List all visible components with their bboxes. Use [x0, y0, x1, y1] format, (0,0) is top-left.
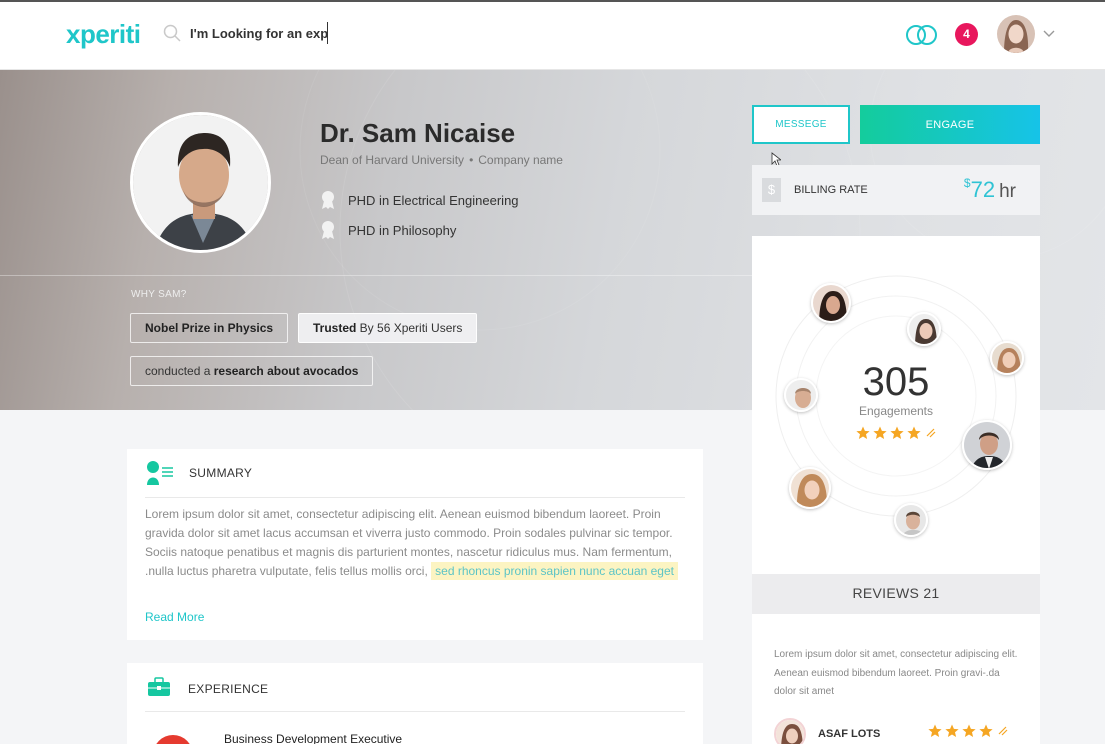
- engagements-card: 305 Engagements: [752, 236, 1040, 574]
- profile-company: Company name: [478, 153, 563, 167]
- connections-icon[interactable]: [905, 23, 939, 47]
- engager-avatar[interactable]: [789, 467, 831, 509]
- billing-amount: 72: [970, 177, 996, 202]
- review-text: Lorem ipsum dolor sit amet, consectetur …: [774, 649, 1018, 697]
- star-icon: [856, 426, 870, 439]
- company-logo: [153, 735, 193, 744]
- why-label: WHY SAM?: [131, 289, 187, 300]
- profile-summary-icon: [147, 461, 173, 485]
- tag-bold-text: Trusted: [313, 321, 357, 335]
- award-ribbon-icon: [322, 191, 334, 209]
- experience-card: EXPERIENCE Business Development Executiv…: [127, 663, 703, 744]
- profile-photo: [130, 112, 271, 253]
- degree-item: PHD in Philosophy: [320, 220, 456, 240]
- reviewer-avatar: [774, 718, 806, 744]
- degree-label: PHD in Philosophy: [348, 222, 457, 238]
- engager-avatar[interactable]: [894, 503, 928, 537]
- engager-avatar[interactable]: [811, 283, 851, 323]
- engagements-rating: [852, 426, 942, 440]
- chevron-down-icon[interactable]: [1043, 28, 1055, 38]
- degree-label: PHD in Electrical Engineering: [348, 192, 519, 208]
- tag-nobel: Nobel Prize in Physics: [130, 313, 289, 343]
- billing-rate-card: $ BILLING RATE $72 hr: [752, 165, 1040, 215]
- job-title: Business Development Executive: [224, 732, 403, 744]
- engager-avatar[interactable]: [962, 420, 1012, 470]
- billing-label: BILLING RATE: [794, 184, 868, 196]
- tag-bold-text: research about avocados: [213, 364, 359, 378]
- engager-avatar[interactable]: [907, 312, 941, 346]
- read-more-link[interactable]: Read More: [145, 610, 204, 624]
- summary-highlight: sed rhoncus pronin sapien nunc accuan eg…: [431, 562, 678, 580]
- engagements-label: Engagements: [858, 404, 934, 418]
- tag-trusted: Trusted By 56 Xperiti Users: [298, 313, 478, 343]
- subtitle-separator: •: [469, 153, 474, 167]
- summary-text: Lorem ipsum dolor sit amet, consectetur …: [145, 505, 685, 581]
- top-navbar: xperiti 4: [0, 0, 1105, 70]
- star-icon: [945, 724, 959, 737]
- reviews-header[interactable]: REVIEWS 21: [752, 574, 1040, 614]
- engage-button[interactable]: ENGAGE: [860, 105, 1040, 144]
- summary-card: SUMMARY Lorem ipsum dolor sit amet, cons…: [127, 449, 703, 640]
- briefcase-icon: [148, 677, 170, 696]
- tag-research: conducted a research about avocados: [130, 356, 374, 386]
- hero-divider: [0, 275, 752, 276]
- half-star-icon: [998, 726, 1008, 736]
- tag-bold-text: Nobel Prize in Physics: [145, 321, 274, 335]
- star-icon: [962, 724, 976, 737]
- profile-name: Dr. Sam Nicaise: [320, 118, 516, 148]
- tag-rest-text: By 56 Xperiti Users: [356, 321, 463, 335]
- search-input[interactable]: [190, 22, 328, 44]
- message-button[interactable]: MESSEGE: [752, 105, 850, 144]
- engagements-count: 305: [862, 360, 930, 404]
- star-icon: [979, 724, 993, 737]
- billing-unit: hr: [999, 181, 1016, 202]
- profile-subtitle: Dean of Harvard University • Company name: [320, 153, 563, 167]
- tag-prefix-text: conducted a: [145, 364, 214, 378]
- billing-rate-value: $72 hr: [964, 176, 1016, 203]
- star-icon: [873, 426, 887, 439]
- review-rating: [928, 724, 1010, 738]
- half-star-icon: [926, 428, 936, 438]
- reviews-card: Lorem ipsum dolor sit amet, consectetur …: [752, 614, 1040, 744]
- user-avatar[interactable]: [997, 15, 1035, 53]
- degree-item: PHD in Electrical Engineering: [320, 190, 519, 210]
- profile-role: Dean of Harvard University: [320, 153, 465, 167]
- reviewer-name: ASAF LOTS: [818, 728, 881, 740]
- notification-badge[interactable]: 4: [955, 23, 978, 46]
- billing-currency: $: [963, 176, 971, 190]
- star-icon: [907, 426, 921, 439]
- award-ribbon-icon: [322, 221, 334, 239]
- search-icon[interactable]: [163, 24, 181, 42]
- dollar-icon: $: [762, 178, 781, 202]
- star-icon: [928, 724, 942, 737]
- summary-title: SUMMARY: [189, 466, 253, 480]
- star-icon: [890, 426, 904, 439]
- xperiti-logo[interactable]: xperiti: [66, 19, 141, 50]
- divider: [145, 497, 685, 498]
- divider: [145, 711, 685, 712]
- experience-title: EXPERIENCE: [188, 682, 269, 696]
